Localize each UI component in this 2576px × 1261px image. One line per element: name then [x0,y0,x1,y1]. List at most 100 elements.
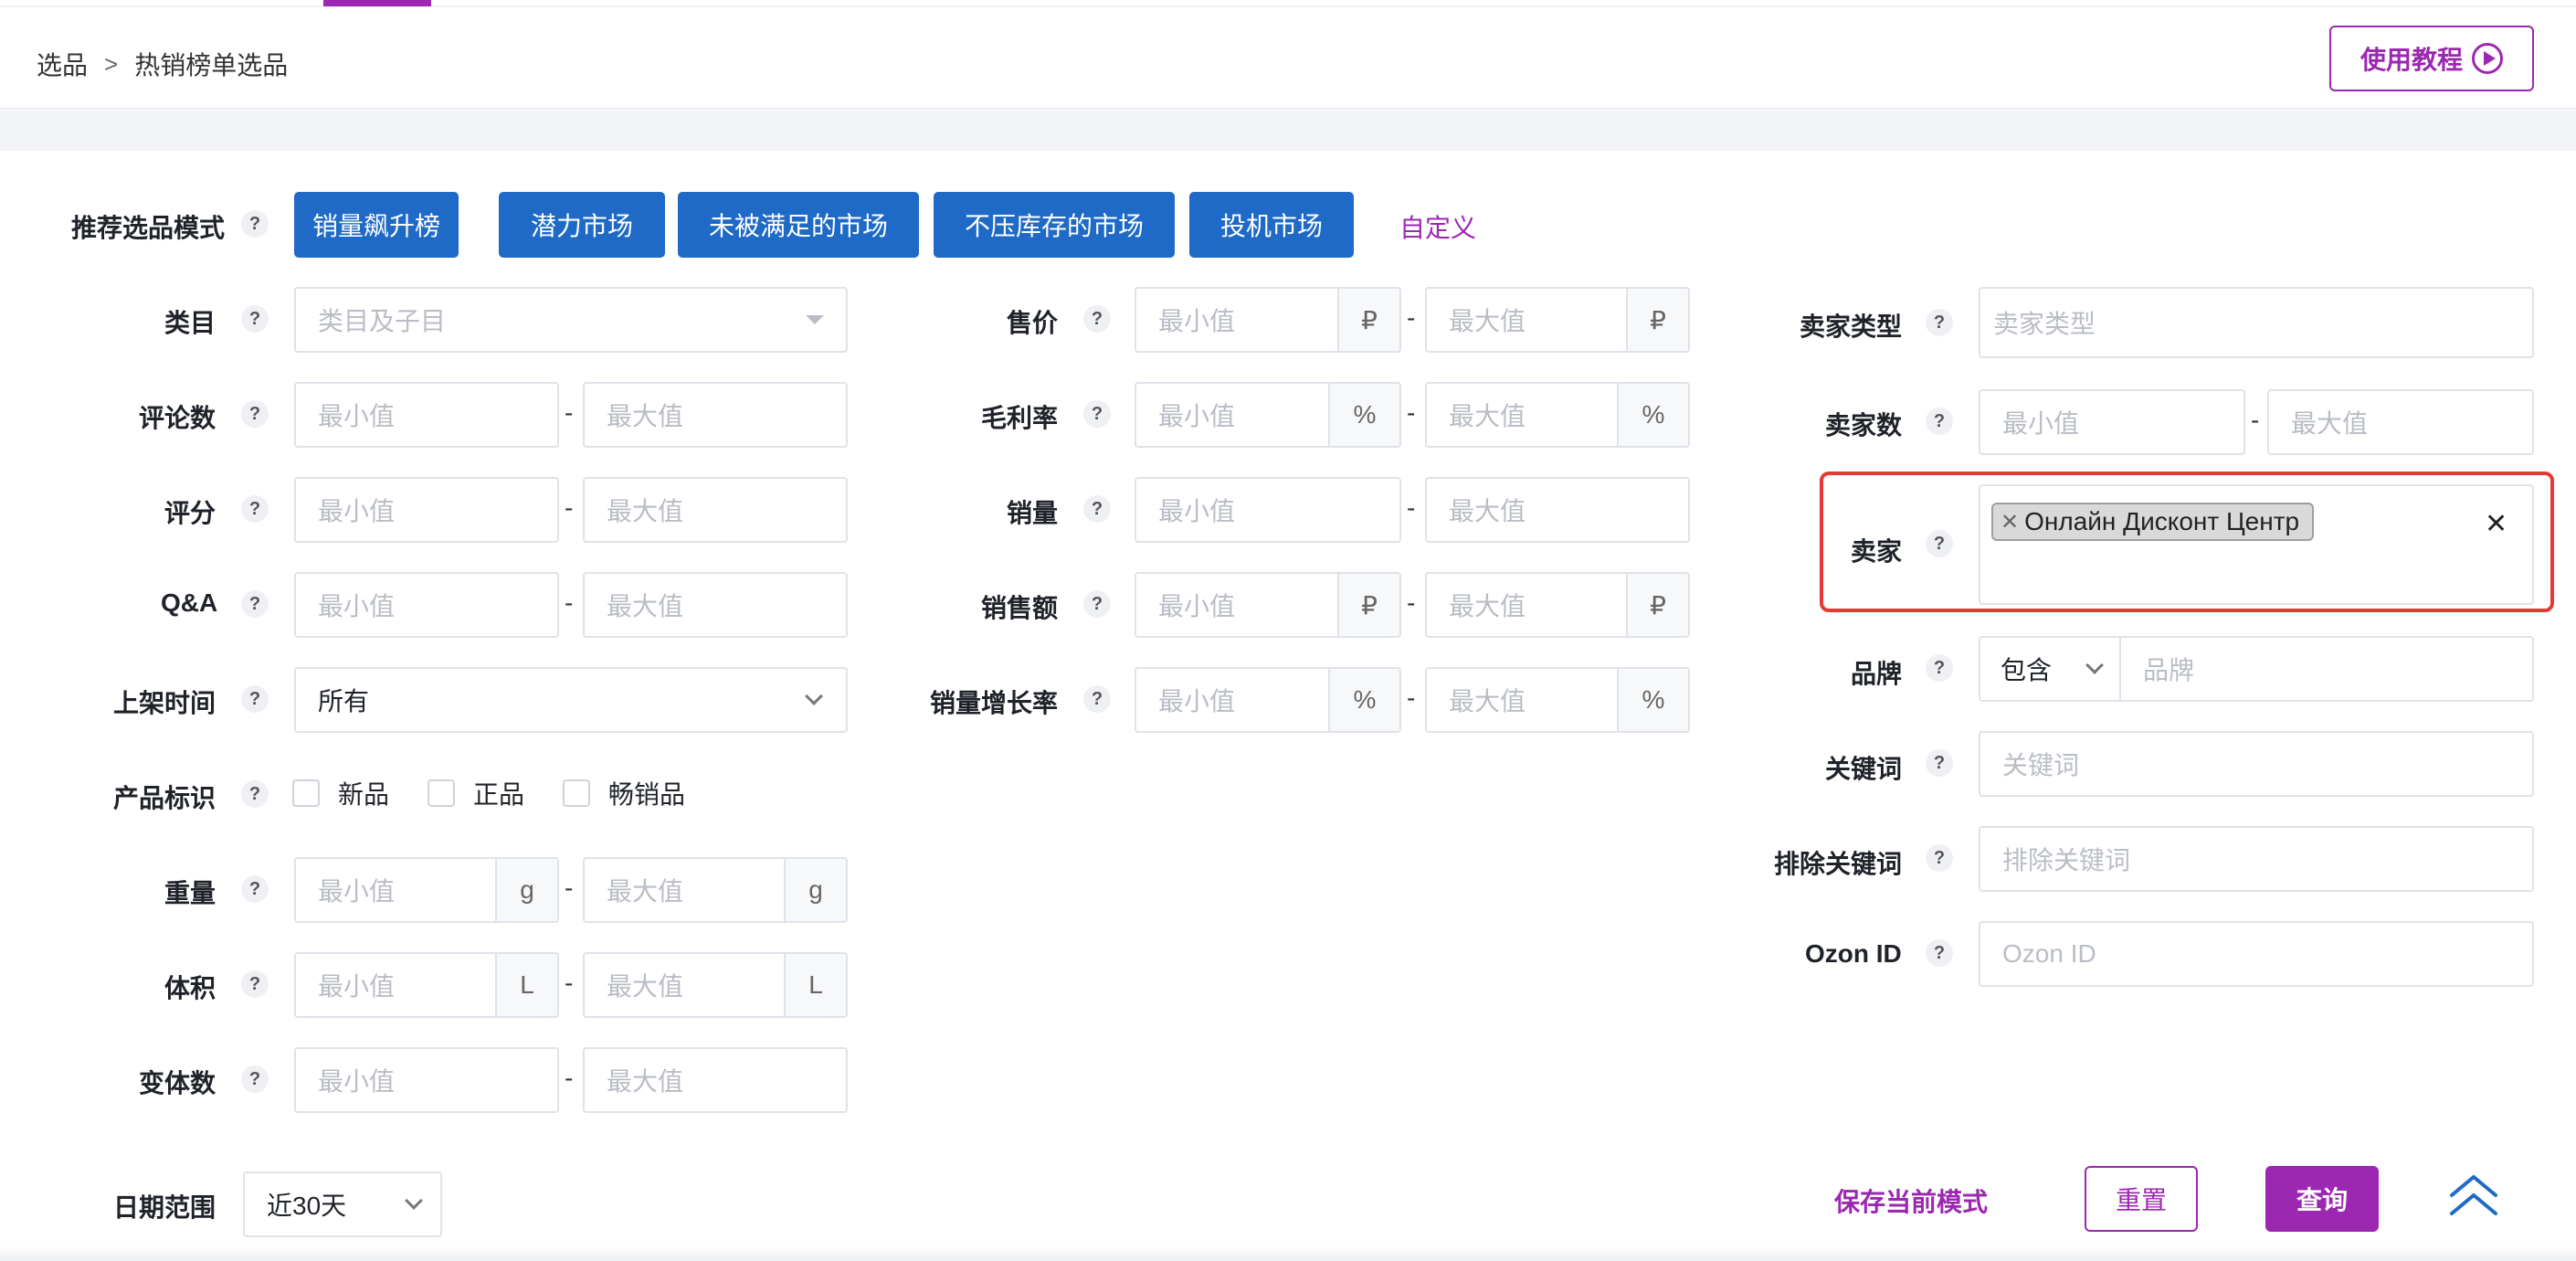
volume-help-icon[interactable]: ? [241,970,269,998]
mode-button-sales-surge[interactable]: 销量飙升榜 [294,192,459,258]
tag-remove-icon[interactable]: ✕ [2001,509,2019,535]
margin-max-input[interactable]: 最大值% [1425,382,1690,448]
tag-new-checkbox[interactable]: 新品 [292,775,389,811]
ozon-id-input[interactable]: Ozon ID [1979,921,2534,987]
sales-growth-max-input[interactable]: 最大值% [1425,667,1690,733]
range-dash: - [1407,398,1416,427]
qa-help-icon[interactable]: ? [241,590,269,618]
sales-help-icon[interactable]: ? [1083,495,1111,523]
revenue-max-input[interactable]: 最大值 ₽ [1425,572,1690,638]
revenue-min-input[interactable]: 最小值 ₽ [1135,572,1401,638]
seller-count-help-icon[interactable]: ? [1926,408,1953,435]
tag-bestseller-checkbox[interactable]: 畅销品 [563,775,685,811]
qa-max-input[interactable]: 最大值 [583,572,848,638]
unit-percent: % [1617,669,1688,731]
mode-button-speculative-market[interactable]: 投机市场 [1189,192,1354,258]
brand-help-icon[interactable]: ? [1926,654,1953,682]
category-select[interactable]: 类目及子目 [294,287,848,353]
collapse-up-icon[interactable] [2448,1173,2499,1219]
checkbox[interactable] [292,779,320,807]
price-max-input[interactable]: 最大值 ₽ [1425,287,1690,353]
exclude-keyword-input[interactable]: 排除关键词 [1979,826,2534,892]
margin-help-icon[interactable]: ? [1083,400,1111,428]
tutorial-button-label: 使用教程 [2360,46,2463,74]
tutorial-button[interactable]: 使用教程 [2329,26,2534,91]
price-label: 售价 [1007,309,1059,337]
sales-max-input[interactable]: 最大值 [1425,477,1690,543]
custom-mode-link[interactable]: 自定义 [1399,208,1476,245]
product-tags-help-icon[interactable]: ? [241,780,269,808]
rating-max-input[interactable]: 最大值 [583,477,848,543]
range-dash: - [1407,683,1416,712]
date-range-select[interactable]: 近30天 [243,1171,442,1237]
reviews-max-input[interactable]: 最大值 [583,382,848,448]
save-mode-link[interactable]: 保存当前模式 [1834,1182,1988,1219]
checkbox[interactable] [563,779,591,807]
listed-time-help-icon[interactable]: ? [241,685,269,713]
active-tab-indicator [323,0,431,6]
brand-mode-select[interactable]: 包含 [1980,638,2121,700]
sales-min-input[interactable]: 最小值 [1135,477,1401,543]
chevron-down-icon [805,687,823,705]
price-min-placeholder: 最小值 [1158,307,1236,335]
range-dash: - [2251,406,2260,434]
qa-min-input[interactable]: 最小值 [294,572,559,638]
revenue-help-icon[interactable]: ? [1083,590,1111,618]
listed-time-label: 上架时间 [113,689,216,717]
price-min-input[interactable]: 最小值 ₽ [1135,287,1401,353]
variants-min-placeholder: 最小值 [318,1067,396,1096]
variants-help-icon[interactable]: ? [241,1065,269,1093]
unit-gram: g [495,859,557,921]
sales-growth-min-input[interactable]: 最小值% [1135,667,1401,733]
range-dash: - [565,1064,574,1092]
weight-help-icon[interactable]: ? [241,875,269,903]
mode-button-low-stock-market[interactable]: 不压库存的市场 [934,192,1175,258]
volume-label: 体积 [164,974,216,1002]
seller-label: 卖家 [1851,537,1903,566]
range-dash: - [1407,493,1416,522]
caret-down-icon [806,315,824,324]
keyword-label: 关键词 [1825,755,1903,783]
ozon-id-help-icon[interactable]: ? [1926,939,1953,967]
tag-genuine-checkbox[interactable]: 正品 [428,775,524,811]
clear-icon[interactable]: ✕ [2485,508,2507,540]
keyword-input[interactable]: 关键词 [1979,731,2534,797]
query-button[interactable]: 查询 [2265,1166,2379,1232]
reviews-min-input[interactable]: 最小值 [294,382,559,448]
mode-label: 推荐选品模式 [71,214,226,242]
keyword-help-icon[interactable]: ? [1926,749,1953,777]
weight-max-placeholder: 最大值 [607,877,684,906]
seller-help-icon[interactable]: ? [1926,530,1953,557]
brand-input[interactable]: 品牌 [2121,651,2532,687]
breadcrumb-root[interactable]: 选品 [37,46,88,82]
rating-min-input[interactable]: 最小值 [294,477,559,543]
seller-type-select[interactable]: 卖家类型 [1979,287,2534,358]
seller-type-placeholder: 卖家类型 [1993,310,2096,338]
price-help-icon[interactable]: ? [1083,305,1111,333]
mode-button-potential-market[interactable]: 潜力市场 [499,192,665,258]
variants-min-input[interactable]: 最小值 [294,1047,559,1113]
weight-max-input[interactable]: 最大值 g [583,857,848,923]
rating-help-icon[interactable]: ? [241,495,269,523]
seller-count-max-input[interactable]: 最大值 [2267,389,2534,455]
volume-max-input[interactable]: 最大值 L [583,952,848,1018]
seller-type-help-icon[interactable]: ? [1926,309,1953,336]
volume-min-placeholder: 最小值 [318,972,396,1001]
margin-min-input[interactable]: 最小值% [1135,382,1401,448]
sales-growth-help-icon[interactable]: ? [1083,685,1111,713]
exclude-keyword-help-icon[interactable]: ? [1926,844,1953,872]
checkbox[interactable] [428,779,456,807]
seller-count-min-input[interactable]: 最小值 [1979,389,2245,455]
reviews-help-icon[interactable]: ? [241,400,269,428]
reset-button[interactable]: 重置 [2085,1166,2198,1232]
margin-max-placeholder: 最大值 [1449,402,1526,430]
weight-min-input[interactable]: 最小值 g [294,857,559,923]
mode-button-unmet-market[interactable]: 未被满足的市场 [678,192,919,258]
listed-time-select[interactable]: 所有 [294,667,848,733]
category-help-icon[interactable]: ? [241,305,269,333]
volume-min-input[interactable]: 最小值 L [294,952,559,1018]
sales-growth-min-placeholder: 最小值 [1158,687,1236,715]
tag-bestseller-label: 畅销品 [608,780,686,809]
mode-help-icon[interactable]: ? [241,210,269,238]
variants-max-input[interactable]: 最大值 [583,1047,848,1113]
